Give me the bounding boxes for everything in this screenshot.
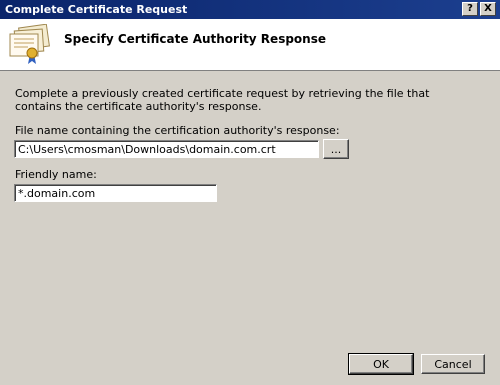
certificate-icon — [9, 24, 50, 64]
ok-button[interactable]: OK — [348, 353, 414, 375]
friendly-name-label: Friendly name: — [15, 168, 97, 181]
browse-button[interactable]: ... — [323, 139, 349, 159]
file-name-input[interactable]: C:\Users\cmosman\Downloads\domain.com.cr… — [14, 140, 319, 158]
page-title: Specify Certificate Authority Response — [64, 32, 326, 46]
friendly-name-input[interactable]: *.domain.com — [14, 184, 217, 202]
title-bar: Complete Certificate Request ? X — [0, 0, 500, 19]
window-title: Complete Certificate Request — [5, 3, 188, 16]
close-button[interactable]: X — [480, 2, 496, 16]
cancel-button[interactable]: Cancel — [421, 354, 485, 374]
wizard-header: Specify Certificate Authority Response — [0, 19, 500, 71]
description-text: Complete a previously created certificat… — [15, 87, 430, 113]
file-name-label: File name containing the certification a… — [15, 124, 340, 137]
help-button[interactable]: ? — [462, 2, 478, 16]
